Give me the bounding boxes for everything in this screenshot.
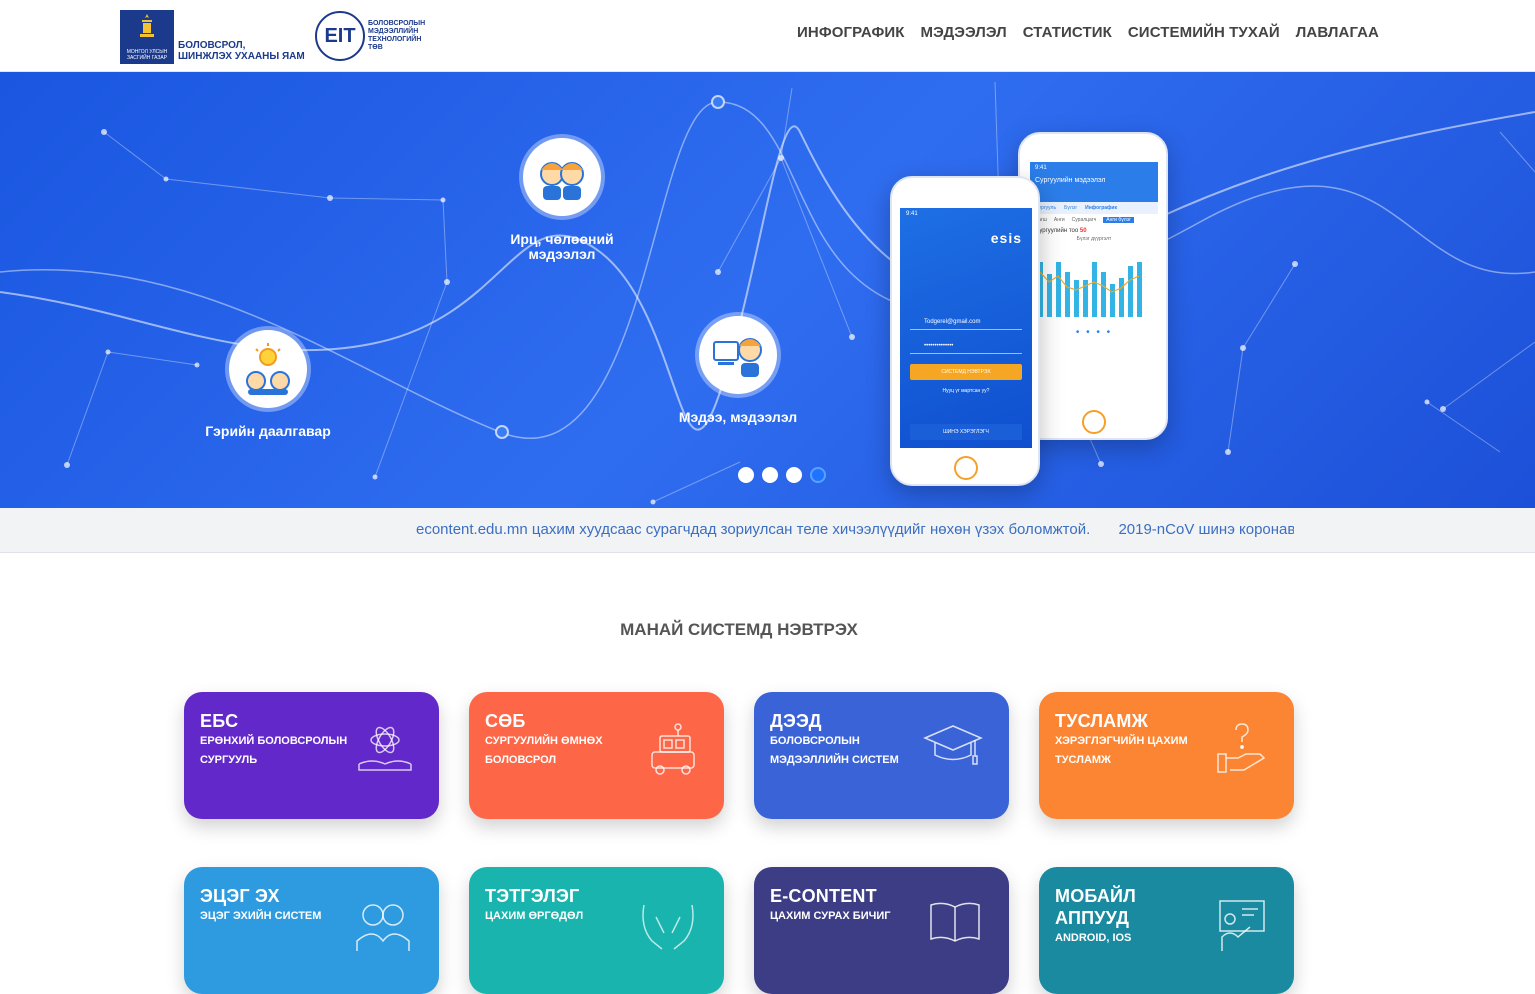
phone2-subtab-student: Суралцагч	[1071, 217, 1097, 223]
phone1-time: 9:41	[906, 211, 918, 217]
eit-name: БОЛОВСРОЛЫН МЭДЭЭЛЛИЙН ТЕХНОЛОГИЙН ТӨВ	[368, 20, 426, 51]
nav-infographic[interactable]: ИНФОГРАФИК	[797, 24, 904, 41]
nav-statistics[interactable]: СТАТИСТИК	[1023, 24, 1112, 41]
news-ticker: econtent.edu.mn цахим хуудсаас сурагчдад…	[0, 508, 1535, 553]
computer-kid-icon	[699, 316, 777, 394]
feature-news-label: Мэдээ, мэдээлэл	[678, 409, 798, 425]
feature-attendance[interactable]: Ирц, чөлөөний мэдээлэл	[482, 138, 642, 262]
card-help-sub: ХЭРЭГЛЭГЧИЙН ЦАХИМ ТУСЛАМЖ	[1055, 735, 1188, 766]
phone2-stat-value: 50	[1079, 228, 1087, 234]
phone1-home-button	[954, 456, 978, 480]
hands-icon	[642, 904, 694, 950]
card-mobile-apps[interactable]: МОБАЙЛ АППУУД ANDROID, IOS	[1039, 867, 1294, 994]
feature-attendance-label: Ирц, чөлөөний мэдээлэл	[510, 231, 614, 262]
site-header: МОНГОЛ УЛСЫН ЗАСГИЙН ГАЗАР БОЛОВСРОЛ, ШИ…	[0, 0, 1535, 72]
phone2-tab-infographic: Инфографик	[1085, 205, 1118, 211]
phone2-time: 9:41	[1035, 165, 1047, 171]
state-emblem-icon: МОНГОЛ УЛСЫН ЗАСГИЙН ГАЗАР	[120, 10, 174, 64]
card-deed-sub: БОЛОВСРОЛЫН МЭДЭЭЛЛИЙН СИСТЕМ	[770, 735, 899, 766]
feature-homework[interactable]: Гэрийн даалгавар	[188, 330, 348, 439]
slider-dots	[738, 467, 826, 483]
eit-logo[interactable]: EIT БОЛОВСРОЛЫН МЭДЭЭЛЛИЙН ТЕХНОЛОГИЙН Т…	[315, 8, 428, 64]
parents-icon	[356, 904, 410, 951]
card-sob[interactable]: СӨБ СУРГУУЛИЙН ӨМНӨХ БОЛОВСРОЛ	[469, 692, 724, 819]
eit-mark: EIT	[315, 11, 365, 61]
phone-login: 9:41 esis Todgerel@gmail.com •••••••••••…	[890, 176, 1040, 486]
nav-reference[interactable]: ЛАВЛАГАА	[1296, 24, 1379, 41]
card-sob-sub: СУРГУУЛИЙН ӨМНӨХ БОЛОВСРОЛ	[485, 735, 603, 766]
emblem-text: МОНГОЛ УЛСЫН ЗАСГИЙН ГАЗАР	[126, 49, 168, 61]
kids-icon	[523, 138, 601, 216]
main-nav: ИНФОГРАФИК МЭДЭЭЛЭЛ СТАТИСТИК СИСТЕМИЙН …	[797, 24, 1379, 41]
phone2-title: Сургуулийн мэдээлэл	[1035, 177, 1106, 184]
phone2-subtab-class: Анги	[1053, 217, 1065, 223]
slider-dot-3[interactable]	[786, 467, 802, 483]
phone1-login-button: СИСТЕМД НЭВТРЭХ	[910, 364, 1022, 380]
esis-logo: esis	[990, 230, 1022, 246]
slider-dot-2[interactable]	[762, 467, 778, 483]
card-parents-sub: ЭЦЭГ ЭХИЙН СИСТЕМ	[200, 910, 322, 922]
slider-dot-4[interactable]	[810, 467, 826, 483]
ministry-name-line2: ШИНЖЛЭХ УХААНЫ ЯАМ	[178, 51, 305, 62]
school-bus-icon	[651, 723, 695, 775]
atom-book-icon	[358, 726, 412, 771]
help-hand-icon	[1217, 723, 1266, 773]
phone2-tab-group: Бүлэг	[1064, 205, 1078, 211]
graduation-cap-icon	[923, 725, 983, 765]
card-ebs-sub: ЕРӨНХИЙ БОЛОВСРОЛЫН СУРГУУЛЬ	[200, 735, 348, 766]
ticker-item-2[interactable]: 2019-nCoV шинэ коронавирусийн	[1118, 521, 1294, 538]
phone1-new-user-button: ШИНЭ ХЭРЭГЛЭГЧ	[910, 424, 1022, 440]
slider-dot-1[interactable]	[738, 467, 754, 483]
card-ebs[interactable]: ЕБС ЕРӨНХИЙ БОЛОВСРОЛЫН СУРГУУЛЬ	[184, 692, 439, 819]
card-parents[interactable]: ЭЦЭГ ЭХ ЭЦЭГ ЭХИЙН СИСТЕМ	[184, 867, 439, 994]
ministry-name-line1: БОЛОВСРОЛ,	[178, 40, 246, 51]
open-book-icon	[930, 902, 980, 942]
phone2-stat-label: Сургуулийн тоо	[1035, 228, 1079, 234]
card-scholarship-sub: ЦАХИМ ӨРГӨДӨЛ	[485, 910, 584, 922]
card-help[interactable]: ТУСЛАМЖ ХЭРЭГЛЭГЧИЙН ЦАХИМ ТУСЛАМЖ	[1039, 692, 1294, 819]
feature-homework-label: Гэрийн даалгавар	[205, 423, 331, 439]
ticker-item-1[interactable]: econtent.edu.mn цахим хуудсаас сурагчдад…	[416, 521, 1090, 538]
section-title: МАНАЙ СИСТЕМД НЭВТРЭХ	[620, 620, 858, 639]
phone2-home-button	[1082, 410, 1106, 434]
nav-news[interactable]: МЭДЭЭЛЭЛ	[921, 24, 1007, 41]
phone1-password-field: ••••••••••••••	[910, 338, 1022, 354]
card-mobile-apps-sub: ANDROID, IOS	[1055, 932, 1132, 944]
card-scholarship[interactable]: ТЭТГЭЛЭГ ЦАХИМ ӨРГӨДӨЛ	[469, 867, 724, 994]
network-background	[0, 81, 1535, 505]
card-mobile-apps-title: МОБАЙЛ АППУУД	[1055, 886, 1137, 928]
phone2-subtab-classgroup: Анги бүлэг	[1103, 217, 1134, 223]
phone2-mini-chart	[1038, 262, 1142, 317]
phone1-forgot-link: Нууц үг мартсан уу?	[942, 388, 990, 394]
presentation-icon	[1219, 900, 1265, 951]
card-econtent[interactable]: E-CONTENT ЦАХИМ СУРАХ БИЧИГ	[754, 867, 1009, 994]
card-deed[interactable]: ДЭЭД БОЛОВСРОЛЫН МЭДЭЭЛЛИЙН СИСТЕМ	[754, 692, 1009, 819]
ministry-logo[interactable]: МОНГОЛ УЛСЫН ЗАСГИЙН ГАЗАР БОЛОВСРОЛ, ШИ…	[120, 8, 305, 64]
hero-slider: Ирц, чөлөөний мэдээлэл Гэрийн даалгавар	[0, 72, 1535, 508]
phone1-email-field: Todgerel@gmail.com	[910, 314, 1022, 330]
nav-about-system[interactable]: СИСТЕМИЙН ТУХАЙ	[1128, 24, 1280, 41]
phone-infographic: 9:41 Сургуулийн мэдээлэл Сургууль Бүлэг …	[1018, 132, 1168, 440]
feature-news[interactable]: Мэдээ, мэдээлэл	[658, 316, 818, 425]
card-econtent-sub: ЦАХИМ СУРАХ БИЧИГ	[770, 910, 891, 922]
idea-icon	[229, 330, 307, 408]
